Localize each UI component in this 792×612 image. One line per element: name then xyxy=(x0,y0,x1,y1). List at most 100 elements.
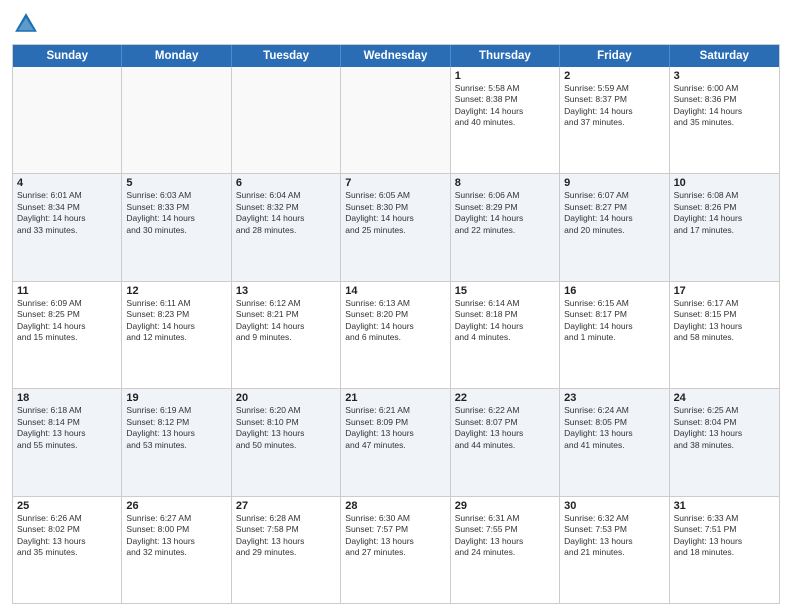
day-info: Sunrise: 6:01 AM Sunset: 8:34 PM Dayligh… xyxy=(17,190,117,236)
day-info: Sunrise: 6:17 AM Sunset: 8:15 PM Dayligh… xyxy=(674,298,775,344)
cal-cell xyxy=(232,67,341,173)
cal-cell: 8Sunrise: 6:06 AM Sunset: 8:29 PM Daylig… xyxy=(451,174,560,280)
cal-row: 11Sunrise: 6:09 AM Sunset: 8:25 PM Dayli… xyxy=(13,281,779,388)
cal-cell: 25Sunrise: 6:26 AM Sunset: 8:02 PM Dayli… xyxy=(13,497,122,603)
calendar-body: 1Sunrise: 5:58 AM Sunset: 8:38 PM Daylig… xyxy=(13,67,779,603)
cal-cell: 4Sunrise: 6:01 AM Sunset: 8:34 PM Daylig… xyxy=(13,174,122,280)
day-number: 20 xyxy=(236,392,336,404)
day-info: Sunrise: 6:12 AM Sunset: 8:21 PM Dayligh… xyxy=(236,298,336,344)
day-number: 25 xyxy=(17,500,117,512)
cal-header-day: Tuesday xyxy=(232,45,341,67)
cal-cell: 28Sunrise: 6:30 AM Sunset: 7:57 PM Dayli… xyxy=(341,497,450,603)
day-info: Sunrise: 6:18 AM Sunset: 8:14 PM Dayligh… xyxy=(17,405,117,451)
day-info: Sunrise: 6:19 AM Sunset: 8:12 PM Dayligh… xyxy=(126,405,226,451)
day-number: 30 xyxy=(564,500,664,512)
cal-cell: 6Sunrise: 6:04 AM Sunset: 8:32 PM Daylig… xyxy=(232,174,341,280)
day-number: 26 xyxy=(126,500,226,512)
day-info: Sunrise: 6:25 AM Sunset: 8:04 PM Dayligh… xyxy=(674,405,775,451)
cal-row: 25Sunrise: 6:26 AM Sunset: 8:02 PM Dayli… xyxy=(13,496,779,603)
day-info: Sunrise: 6:03 AM Sunset: 8:33 PM Dayligh… xyxy=(126,190,226,236)
day-info: Sunrise: 6:27 AM Sunset: 8:00 PM Dayligh… xyxy=(126,513,226,559)
cal-cell: 22Sunrise: 6:22 AM Sunset: 8:07 PM Dayli… xyxy=(451,389,560,495)
cal-cell: 26Sunrise: 6:27 AM Sunset: 8:00 PM Dayli… xyxy=(122,497,231,603)
day-info: Sunrise: 6:22 AM Sunset: 8:07 PM Dayligh… xyxy=(455,405,555,451)
day-number: 5 xyxy=(126,177,226,189)
day-info: Sunrise: 6:07 AM Sunset: 8:27 PM Dayligh… xyxy=(564,190,664,236)
cal-cell: 2Sunrise: 5:59 AM Sunset: 8:37 PM Daylig… xyxy=(560,67,669,173)
day-number: 12 xyxy=(126,285,226,297)
day-number: 15 xyxy=(455,285,555,297)
day-info: Sunrise: 6:09 AM Sunset: 8:25 PM Dayligh… xyxy=(17,298,117,344)
logo xyxy=(12,10,44,38)
logo-icon xyxy=(12,10,40,38)
cal-cell: 3Sunrise: 6:00 AM Sunset: 8:36 PM Daylig… xyxy=(670,67,779,173)
day-number: 28 xyxy=(345,500,445,512)
cal-header-day: Sunday xyxy=(13,45,122,67)
cal-cell: 21Sunrise: 6:21 AM Sunset: 8:09 PM Dayli… xyxy=(341,389,450,495)
cal-cell: 24Sunrise: 6:25 AM Sunset: 8:04 PM Dayli… xyxy=(670,389,779,495)
cal-cell xyxy=(13,67,122,173)
day-number: 9 xyxy=(564,177,664,189)
day-number: 17 xyxy=(674,285,775,297)
cal-header-day: Monday xyxy=(122,45,231,67)
cal-cell: 15Sunrise: 6:14 AM Sunset: 8:18 PM Dayli… xyxy=(451,282,560,388)
cal-cell: 10Sunrise: 6:08 AM Sunset: 8:26 PM Dayli… xyxy=(670,174,779,280)
cal-cell: 9Sunrise: 6:07 AM Sunset: 8:27 PM Daylig… xyxy=(560,174,669,280)
day-number: 7 xyxy=(345,177,445,189)
day-info: Sunrise: 6:14 AM Sunset: 8:18 PM Dayligh… xyxy=(455,298,555,344)
day-number: 22 xyxy=(455,392,555,404)
day-info: Sunrise: 6:28 AM Sunset: 7:58 PM Dayligh… xyxy=(236,513,336,559)
calendar: SundayMondayTuesdayWednesdayThursdayFrid… xyxy=(12,44,780,604)
cal-cell: 17Sunrise: 6:17 AM Sunset: 8:15 PM Dayli… xyxy=(670,282,779,388)
day-info: Sunrise: 6:32 AM Sunset: 7:53 PM Dayligh… xyxy=(564,513,664,559)
day-info: Sunrise: 6:11 AM Sunset: 8:23 PM Dayligh… xyxy=(126,298,226,344)
cal-cell: 31Sunrise: 6:33 AM Sunset: 7:51 PM Dayli… xyxy=(670,497,779,603)
day-info: Sunrise: 6:21 AM Sunset: 8:09 PM Dayligh… xyxy=(345,405,445,451)
day-info: Sunrise: 6:04 AM Sunset: 8:32 PM Dayligh… xyxy=(236,190,336,236)
day-number: 29 xyxy=(455,500,555,512)
day-info: Sunrise: 6:08 AM Sunset: 8:26 PM Dayligh… xyxy=(674,190,775,236)
day-number: 6 xyxy=(236,177,336,189)
cal-cell: 30Sunrise: 6:32 AM Sunset: 7:53 PM Dayli… xyxy=(560,497,669,603)
day-number: 11 xyxy=(17,285,117,297)
calendar-header: SundayMondayTuesdayWednesdayThursdayFrid… xyxy=(13,45,779,67)
day-number: 19 xyxy=(126,392,226,404)
day-number: 10 xyxy=(674,177,775,189)
cal-cell: 11Sunrise: 6:09 AM Sunset: 8:25 PM Dayli… xyxy=(13,282,122,388)
page: SundayMondayTuesdayWednesdayThursdayFrid… xyxy=(0,0,792,612)
cal-cell xyxy=(122,67,231,173)
cal-header-day: Friday xyxy=(560,45,669,67)
day-number: 14 xyxy=(345,285,445,297)
day-number: 24 xyxy=(674,392,775,404)
day-info: Sunrise: 6:26 AM Sunset: 8:02 PM Dayligh… xyxy=(17,513,117,559)
cal-cell: 19Sunrise: 6:19 AM Sunset: 8:12 PM Dayli… xyxy=(122,389,231,495)
day-info: Sunrise: 6:06 AM Sunset: 8:29 PM Dayligh… xyxy=(455,190,555,236)
day-number: 21 xyxy=(345,392,445,404)
day-number: 1 xyxy=(455,70,555,82)
day-info: Sunrise: 6:00 AM Sunset: 8:36 PM Dayligh… xyxy=(674,83,775,129)
cal-cell: 13Sunrise: 6:12 AM Sunset: 8:21 PM Dayli… xyxy=(232,282,341,388)
cal-row: 4Sunrise: 6:01 AM Sunset: 8:34 PM Daylig… xyxy=(13,173,779,280)
cal-header-day: Saturday xyxy=(670,45,779,67)
day-number: 31 xyxy=(674,500,775,512)
cal-cell: 5Sunrise: 6:03 AM Sunset: 8:33 PM Daylig… xyxy=(122,174,231,280)
day-number: 23 xyxy=(564,392,664,404)
cal-cell: 1Sunrise: 5:58 AM Sunset: 8:38 PM Daylig… xyxy=(451,67,560,173)
day-number: 8 xyxy=(455,177,555,189)
cal-header-day: Wednesday xyxy=(341,45,450,67)
cal-cell xyxy=(341,67,450,173)
cal-cell: 7Sunrise: 6:05 AM Sunset: 8:30 PM Daylig… xyxy=(341,174,450,280)
day-number: 3 xyxy=(674,70,775,82)
cal-header-day: Thursday xyxy=(451,45,560,67)
day-number: 4 xyxy=(17,177,117,189)
day-info: Sunrise: 6:05 AM Sunset: 8:30 PM Dayligh… xyxy=(345,190,445,236)
cal-row: 1Sunrise: 5:58 AM Sunset: 8:38 PM Daylig… xyxy=(13,67,779,173)
cal-cell: 27Sunrise: 6:28 AM Sunset: 7:58 PM Dayli… xyxy=(232,497,341,603)
day-info: Sunrise: 6:15 AM Sunset: 8:17 PM Dayligh… xyxy=(564,298,664,344)
day-info: Sunrise: 6:24 AM Sunset: 8:05 PM Dayligh… xyxy=(564,405,664,451)
cal-cell: 20Sunrise: 6:20 AM Sunset: 8:10 PM Dayli… xyxy=(232,389,341,495)
cal-row: 18Sunrise: 6:18 AM Sunset: 8:14 PM Dayli… xyxy=(13,388,779,495)
day-number: 2 xyxy=(564,70,664,82)
day-info: Sunrise: 6:31 AM Sunset: 7:55 PM Dayligh… xyxy=(455,513,555,559)
day-info: Sunrise: 6:20 AM Sunset: 8:10 PM Dayligh… xyxy=(236,405,336,451)
